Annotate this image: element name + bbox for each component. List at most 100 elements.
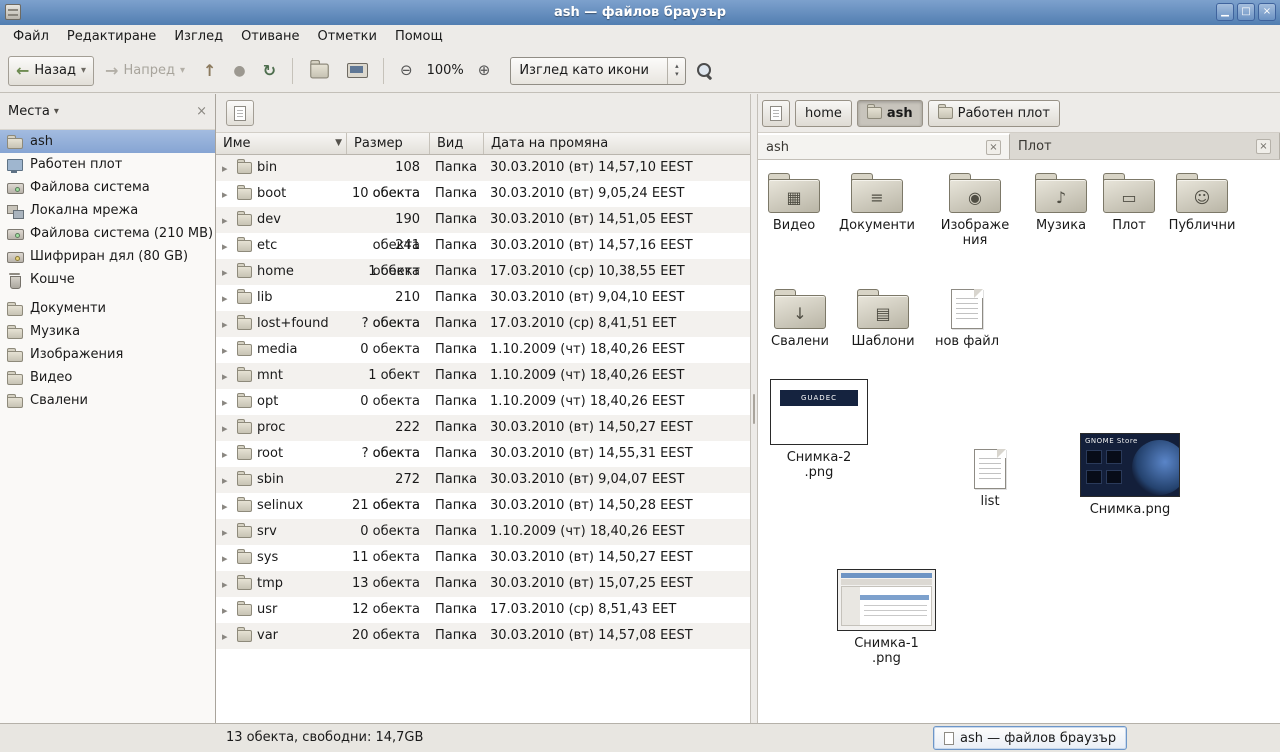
table-row[interactable]: ▸ srv 0 обекта Папка 1.10.2009 (чт) 18,4… — [216, 519, 750, 545]
expander-icon[interactable]: ▸ — [222, 189, 232, 200]
file-item-snimka[interactable]: GNOME Store Снимка.png — [1080, 433, 1180, 517]
minimize-button[interactable]: ▁ — [1216, 3, 1234, 21]
search-button[interactable] — [689, 56, 721, 86]
expander-icon[interactable]: ▸ — [222, 397, 232, 408]
back-button[interactable]: ← Назад ▾ — [8, 56, 94, 86]
pathbar-root-button[interactable] — [762, 100, 790, 127]
file-item-snimka1[interactable]: Снимка-1.png — [837, 569, 936, 666]
table-row[interactable]: ▸ lost+found ? обекта Папка 17.03.2010 (… — [216, 311, 750, 337]
table-row[interactable]: ▸ tmp 13 обекта Папка 30.03.2010 (вт) 15… — [216, 571, 750, 597]
places-close-icon[interactable]: × — [196, 104, 207, 119]
zoom-in-button[interactable]: ⊕ — [471, 56, 498, 86]
combo-spinner[interactable]: ▴ ▾ — [667, 58, 685, 84]
table-row[interactable]: ▸ media 0 обекта Папка 1.10.2009 (чт) 18… — [216, 337, 750, 363]
tab-ash[interactable]: ash × — [758, 133, 1010, 159]
reload-button[interactable]: ↻ — [256, 56, 283, 86]
sidebar-item[interactable]: Работен плот — [0, 153, 215, 176]
folder-item-public[interactable]: ☺ Публични — [1166, 173, 1238, 233]
menu-item[interactable]: Помощ — [386, 25, 452, 49]
column-header-size[interactable]: Размер — [347, 133, 430, 154]
sidebar-item[interactable]: Музика — [0, 320, 215, 343]
home-button[interactable] — [302, 56, 337, 86]
menu-item[interactable]: Изглед — [165, 25, 232, 49]
folder-item-pictures[interactable]: ◉ Изображения — [939, 173, 1011, 248]
menu-item[interactable]: Отиване — [232, 25, 308, 49]
column-header-type[interactable]: Вид — [430, 133, 484, 154]
file-item-list[interactable]: list — [954, 449, 1026, 509]
sidebar-item[interactable]: Файлова система — [0, 176, 215, 199]
view-mode-select[interactable]: Изглед като икони ▴ ▾ — [510, 57, 686, 85]
expander-icon[interactable]: ▸ — [222, 319, 232, 330]
expander-icon[interactable]: ▸ — [222, 553, 232, 564]
folder-item-documents[interactable]: ≡ Документи — [838, 173, 916, 233]
table-row[interactable]: ▸ opt 0 обекта Папка 1.10.2009 (чт) 18,4… — [216, 389, 750, 415]
taskbar-window-button[interactable]: ash — файлов браузър — [933, 726, 1127, 750]
table-row[interactable]: ▸ dev 190 обекта Папка 30.03.2010 (вт) 1… — [216, 207, 750, 233]
sidebar-item[interactable]: Видео — [0, 366, 215, 389]
pane-splitter[interactable] — [750, 94, 758, 723]
up-button[interactable]: ↑ — [196, 56, 223, 86]
places-dropdown-icon[interactable]: ▾ — [54, 106, 196, 117]
expander-icon[interactable]: ▸ — [222, 631, 232, 642]
tab-plot[interactable]: Плот × — [1010, 133, 1280, 159]
table-row[interactable]: ▸ usr 12 обекта Папка 17.03.2010 (ср) 8,… — [216, 597, 750, 623]
table-row[interactable]: ▸ home 1 обект Папка 17.03.2010 (ср) 10,… — [216, 259, 750, 285]
table-row[interactable]: ▸ sys 11 обекта Папка 30.03.2010 (вт) 14… — [216, 545, 750, 571]
column-header-name[interactable]: Име ▼ — [216, 133, 347, 154]
table-row[interactable]: ▸ boot 10 обекта Папка 30.03.2010 (вт) 9… — [216, 181, 750, 207]
expander-icon[interactable]: ▸ — [222, 215, 232, 226]
expander-icon[interactable]: ▸ — [222, 293, 232, 304]
expander-icon[interactable]: ▸ — [222, 475, 232, 486]
table-row[interactable]: ▸ bin 108 обекта Папка 30.03.2010 (вт) 1… — [216, 155, 750, 181]
sidebar-item[interactable]: Локална мрежа — [0, 199, 215, 222]
table-row[interactable]: ▸ var 20 обекта Папка 30.03.2010 (вт) 14… — [216, 623, 750, 649]
table-row[interactable]: ▸ etc 241 обекта Папка 30.03.2010 (вт) 1… — [216, 233, 750, 259]
computer-button[interactable] — [340, 56, 374, 86]
table-row[interactable]: ▸ selinux 21 обекта Папка 30.03.2010 (вт… — [216, 493, 750, 519]
maximize-button[interactable]: □ — [1237, 3, 1255, 21]
folder-item-music[interactable]: ♪ Музика — [1025, 173, 1097, 233]
expander-icon[interactable]: ▸ — [222, 345, 232, 356]
pane-location-button[interactable] — [226, 100, 254, 126]
folder-item-desktop[interactable]: ▭ Плот — [1093, 173, 1165, 233]
folder-item-downloads[interactable]: ↓ Свалени — [764, 289, 836, 349]
menu-item[interactable]: Файл — [4, 25, 58, 49]
table-row[interactable]: ▸ root ? обекта Папка 30.03.2010 (вт) 14… — [216, 441, 750, 467]
zoom-out-button[interactable]: ⊖ — [393, 56, 420, 86]
sidebar-item[interactable]: Шифриран дял (80 GB) — [0, 245, 215, 268]
folder-item-video[interactable]: ▦ Видео — [758, 173, 830, 233]
sidebar-item[interactable]: Кошче — [0, 268, 215, 291]
expander-icon[interactable]: ▸ — [222, 267, 232, 278]
expander-icon[interactable]: ▸ — [222, 371, 232, 382]
menu-item[interactable]: Редактиране — [58, 25, 165, 49]
table-row[interactable]: ▸ lib 210 обекта Папка 30.03.2010 (вт) 9… — [216, 285, 750, 311]
sidebar-item[interactable]: Документи — [0, 297, 215, 320]
expander-icon[interactable]: ▸ — [222, 423, 232, 434]
file-item-snimka2[interactable]: GUADEC Снимка-2.png — [770, 379, 868, 480]
breadcrumb-ash[interactable]: ash — [857, 100, 923, 127]
expander-icon[interactable]: ▸ — [222, 501, 232, 512]
sidebar-item[interactable]: ash — [0, 130, 215, 153]
breadcrumb-home[interactable]: home — [795, 100, 852, 127]
folder-item-templates[interactable]: ▤ Шаблони — [847, 289, 919, 349]
table-row[interactable]: ▸ mnt 1 обект Папка 1.10.2009 (чт) 18,40… — [216, 363, 750, 389]
sidebar-item[interactable]: Свалени — [0, 389, 215, 412]
column-header-date[interactable]: Дата на промяна — [484, 133, 750, 154]
expander-icon[interactable]: ▸ — [222, 579, 232, 590]
menu-item[interactable]: Отметки — [308, 25, 385, 49]
tab-close-icon[interactable]: × — [1256, 139, 1271, 154]
sidebar-item[interactable]: Изображения — [0, 343, 215, 366]
forward-button[interactable]: → Напред ▾ — [97, 56, 193, 86]
breadcrumb-desktop[interactable]: Работен плот — [928, 100, 1060, 127]
expander-icon[interactable]: ▸ — [222, 449, 232, 460]
close-button[interactable]: × — [1258, 3, 1276, 21]
file-item-new-file[interactable]: нов файл — [931, 289, 1003, 349]
stop-button[interactable]: ● — [226, 56, 252, 86]
sidebar-item[interactable]: Файлова система (210 MB) — [0, 222, 215, 245]
expander-icon[interactable]: ▸ — [222, 605, 232, 616]
back-dropdown-icon[interactable]: ▾ — [81, 65, 86, 76]
table-row[interactable]: ▸ sbin 272 обекта Папка 30.03.2010 (вт) … — [216, 467, 750, 493]
places-title[interactable]: Места — [8, 104, 50, 119]
expander-icon[interactable]: ▸ — [222, 163, 232, 174]
table-row[interactable]: ▸ proc 222 обекта Папка 30.03.2010 (вт) … — [216, 415, 750, 441]
